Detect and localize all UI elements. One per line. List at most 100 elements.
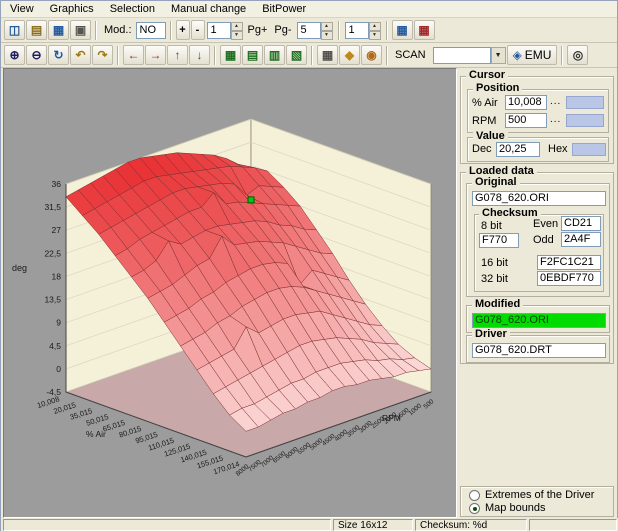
menu-view[interactable]: View [2, 2, 42, 17]
menu-selection[interactable]: Selection [102, 2, 163, 17]
refresh-icon[interactable]: ↻ [48, 45, 69, 65]
radio-extremes-of-driver[interactable] [469, 490, 480, 501]
redo-icon[interactable]: ↷ [92, 45, 113, 65]
step-spinner-up-arrow[interactable]: ▲ [231, 22, 243, 31]
step-spinner-buttons[interactable]: ▲▼ [231, 22, 243, 39]
minus-button[interactable]: - [191, 20, 205, 40]
driver-file-field[interactable]: G078_620.DRT [472, 343, 606, 358]
select-all-icon[interactable]: ▦ [220, 45, 241, 65]
user-icon[interactable]: ◉ [361, 45, 382, 65]
toolbar-separator [561, 46, 563, 65]
arrow-down-icon[interactable]: ↓ [189, 45, 210, 65]
main-toolbar: ◫▤▦▣Mod.:NO+-1▲▼Pg+Pg-5▲▼1▲▼▦▦ [1, 18, 617, 43]
graph-toolbar: ⊕⊖↻↶↷←→↑↓▦▤▥▧▦◆◉SCAN▼◈EMU◎ [1, 43, 617, 68]
table-window-icon[interactable]: ▦ [317, 45, 338, 65]
checksum-group: Checksum 8 bit F770 Even CD21 Odd 2A4F 1… [474, 214, 604, 292]
scan-dropdown-arrow[interactable]: ▼ [491, 47, 506, 64]
page-spinner-buttons[interactable]: ▲▼ [321, 22, 333, 39]
target-icon[interactable]: ◎ [567, 45, 588, 65]
emu-button[interactable]: ◈EMU [507, 45, 558, 65]
checksum-32bit-field[interactable]: 0EBDF770 [537, 271, 601, 286]
svg-text:13,5: 13,5 [44, 295, 61, 305]
select-range-icon[interactable]: ▧ [286, 45, 307, 65]
page-spinner-value[interactable]: 5 [297, 22, 321, 39]
zoom-in-icon[interactable]: ⊕ [4, 45, 25, 65]
radio-map-bounds-label: Map bounds [485, 502, 546, 515]
map-table-icon[interactable]: ▦ [48, 20, 69, 40]
page-spinner-down-arrow[interactable]: ▼ [321, 31, 333, 40]
dec-label: Dec [472, 143, 492, 156]
copy-icon[interactable]: ◫ [4, 20, 25, 40]
step-spinner[interactable]: 1▲▼ [207, 22, 243, 39]
status-message [3, 519, 331, 531]
grid-red-icon[interactable]: ▦ [414, 20, 435, 40]
increment-spinner-value[interactable]: 1 [345, 22, 369, 39]
svg-text:% Air: % Air [86, 429, 106, 439]
mod-field[interactable]: NO [136, 22, 166, 39]
checksum-16bit-field[interactable]: F2FC1C21 [537, 255, 601, 270]
driver-group-title: Driver [472, 328, 510, 341]
modified-file-field[interactable]: G078_620.ORI [472, 313, 606, 328]
checksum-odd-label: Odd [533, 234, 554, 247]
tools-icon[interactable]: ◆ [339, 45, 360, 65]
position-group: Position % Air 10,008 ... RPM 500 ... [467, 89, 609, 133]
arrow-up-icon[interactable]: ↑ [167, 45, 188, 65]
surface-plot-panel[interactable]: 3631,52722,51813,594,50-4,5deg10,00820,0… [3, 68, 457, 518]
status-bar: Size 16x12 Checksum: %d [1, 518, 618, 531]
svg-text:27: 27 [52, 225, 62, 235]
page-spinner[interactable]: 5▲▼ [297, 22, 333, 39]
checksum-even-field[interactable]: CD21 [561, 216, 601, 231]
scan-combobox-value[interactable] [433, 47, 491, 64]
scan-label: SCAN [392, 49, 429, 61]
step-spinner-value[interactable]: 1 [207, 22, 231, 39]
menu-bitpower[interactable]: BitPower [254, 2, 314, 17]
plus-button[interactable]: + [176, 20, 190, 40]
original-group-title: Original [472, 176, 520, 189]
step-spinner-down-arrow[interactable]: ▼ [231, 31, 243, 40]
main-area: 3631,52722,51813,594,50-4,5deg10,00820,0… [1, 68, 618, 518]
svg-text:9: 9 [56, 318, 61, 328]
grid-blue-icon[interactable]: ▦ [392, 20, 413, 40]
page-down-label: Pg- [271, 24, 294, 36]
dec-value-field[interactable]: 20,25 [496, 142, 540, 157]
svg-text:500: 500 [422, 398, 435, 411]
air-value-field[interactable]: 10,008 [505, 95, 547, 110]
svg-text:18: 18 [52, 271, 62, 281]
svg-text:4,5: 4,5 [49, 341, 61, 351]
toolbar-separator [95, 21, 97, 40]
bounds-group: Extremes of the Driver Map bounds [460, 486, 614, 517]
checksum-odd-field[interactable]: 2A4F [561, 232, 601, 247]
increment-spinner-buttons[interactable]: ▲▼ [369, 22, 381, 39]
scan-combobox[interactable]: ▼ [433, 47, 506, 64]
select-col-icon[interactable]: ▥ [264, 45, 285, 65]
cursor-marker[interactable] [248, 197, 254, 203]
zoom-out-icon[interactable]: ⊖ [26, 45, 47, 65]
increment-spinner-down-arrow[interactable]: ▼ [369, 31, 381, 40]
original-file-field[interactable]: G078_620.ORI [472, 191, 606, 206]
menu-graphics[interactable]: Graphics [42, 2, 102, 17]
menu-manual-change[interactable]: Manual change [163, 2, 254, 17]
surface-chart[interactable]: 3631,52722,51813,594,50-4,5deg10,00820,0… [4, 69, 456, 517]
page-spinner-up-arrow[interactable]: ▲ [321, 22, 333, 31]
svg-text:31,5: 31,5 [44, 202, 61, 212]
increment-spinner[interactable]: 1▲▼ [345, 22, 381, 39]
toolbar-separator [338, 21, 340, 40]
radio-map-bounds[interactable] [469, 503, 480, 514]
svg-text:36: 36 [52, 179, 62, 189]
select-row-icon[interactable]: ▤ [242, 45, 263, 65]
toolbar-separator [386, 21, 388, 40]
arrow-right-icon[interactable]: → [145, 45, 166, 65]
checksum-8bit-field[interactable]: F770 [479, 233, 519, 248]
hex-value-swatch [572, 143, 606, 156]
modified-group-title: Modified [472, 298, 523, 311]
increment-spinner-up-arrow[interactable]: ▲ [369, 22, 381, 31]
air-more-button[interactable]: ... [550, 95, 561, 108]
arrow-left-icon[interactable]: ← [123, 45, 144, 65]
save-icon[interactable]: ▣ [70, 20, 91, 40]
rpm-more-button[interactable]: ... [550, 113, 561, 126]
rpm-value-field[interactable]: 500 [505, 113, 547, 128]
paste-icon[interactable]: ▤ [26, 20, 47, 40]
svg-text:22,5: 22,5 [44, 248, 61, 258]
undo-icon[interactable]: ↶ [70, 45, 91, 65]
page-up-label: Pg+ [245, 24, 271, 36]
